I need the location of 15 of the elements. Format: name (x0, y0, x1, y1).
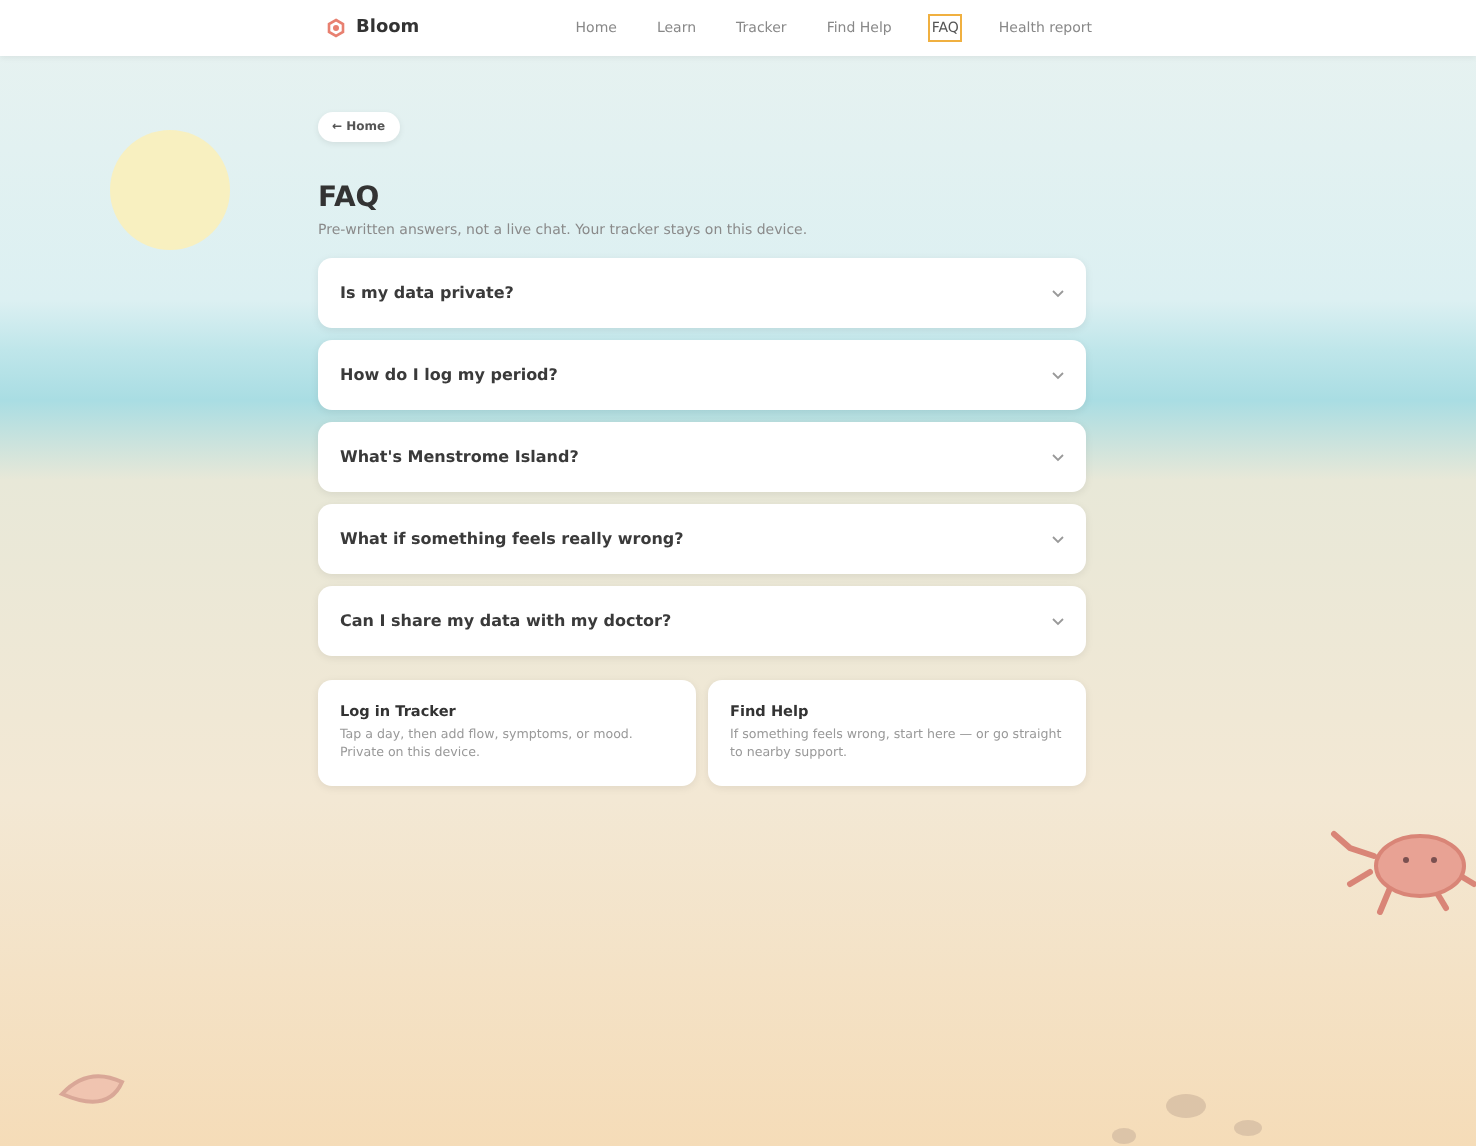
faq-question[interactable]: What's Menstrome Island? (318, 422, 1086, 492)
chevron-icon (1052, 453, 1064, 461)
page-title: FAQ (318, 182, 382, 214)
faq-question[interactable]: Can I share my data with my doctor? (318, 586, 1086, 656)
chevron-icon (1052, 289, 1064, 297)
sun-drawing (110, 130, 230, 250)
faq-question[interactable]: What if something feels really wrong? (318, 504, 1086, 574)
chevron-icon (1052, 617, 1064, 625)
crab-icon (1330, 828, 1476, 916)
chevron-icon (1052, 535, 1064, 543)
flower-logo-icon (326, 18, 346, 38)
faq-question[interactable]: Is my data private? (318, 258, 1086, 328)
brand-name: Bloom (356, 18, 420, 38)
faq-question[interactable]: How do I log my period? (318, 340, 1086, 410)
chevron-icon (1052, 371, 1064, 379)
